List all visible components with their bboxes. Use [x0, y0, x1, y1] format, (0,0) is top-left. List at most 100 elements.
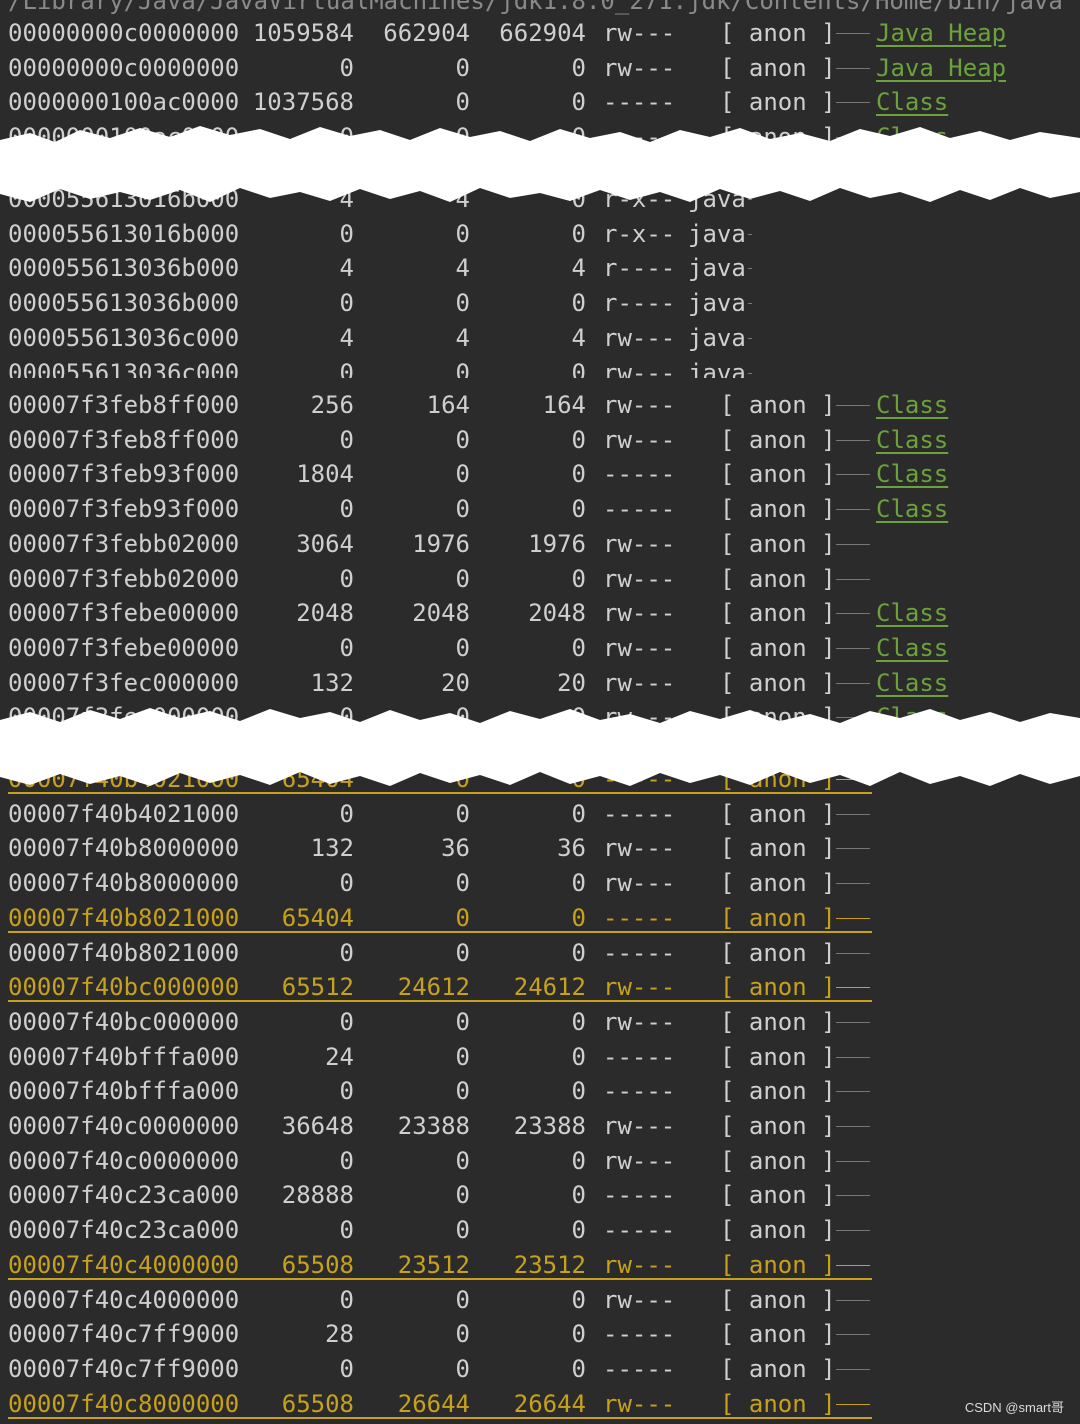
kbytes-cell: 0	[339, 869, 354, 898]
kbytes-cell: 132	[310, 834, 354, 863]
address-cell: 00007f40c8000000	[8, 1389, 240, 1418]
mode-cell: -----	[603, 495, 676, 524]
mapping-cell: java	[688, 219, 746, 248]
region-label-link[interactable]: Java Heap	[876, 16, 1006, 50]
watermark: CSDN @smart哥	[964, 1400, 1064, 1415]
dirty-cell: 0	[571, 799, 586, 828]
mapping-cell: [ anon ]	[720, 564, 836, 593]
pmap-row: 00007f40c4000000 0 0 0 rw--- [ anon ]	[0, 1282, 1080, 1317]
mode-cell: rw---	[603, 834, 676, 863]
mode-cell: r-x--	[603, 219, 676, 248]
pmap-row: 00007f3feb93f000 1804 0 0 ----- [ anon ] Class	[0, 457, 1080, 492]
highlight-underline	[8, 1277, 872, 1280]
dirty-cell: 0	[571, 938, 586, 967]
region-label-link[interactable]: Class	[876, 596, 948, 630]
pmap-row: 00007f40b8000000 132 36 36 rw--- [ anon ]	[0, 831, 1080, 866]
dirty-cell: 0	[571, 460, 586, 489]
highlight-underline	[8, 1416, 872, 1419]
rss-cell: 0	[455, 938, 470, 967]
kbytes-cell: 1059584	[252, 19, 354, 47]
connector-line	[836, 439, 870, 441]
mode-cell: rw---	[603, 1146, 676, 1175]
rss-cell: 0	[455, 219, 470, 248]
region-label-link[interactable]: Class	[876, 666, 948, 700]
mapping-cell: [ anon ]	[720, 1285, 836, 1314]
kbytes-cell: 0	[339, 1077, 354, 1106]
connector-line	[748, 303, 752, 305]
kbytes-cell: 0	[339, 53, 354, 82]
mapping-cell: [ anon ]	[720, 938, 836, 967]
mode-cell: -----	[603, 88, 676, 117]
dirty-cell: 4	[571, 323, 586, 352]
region-label-link[interactable]: Class	[876, 457, 948, 491]
region-label-link[interactable]: Class	[876, 423, 948, 457]
mapping-cell: [ anon ]	[720, 391, 836, 419]
pmap-row: 00007f3feb8ff000 256 164 164 rw--- [ anon ] Cl…	[0, 388, 1080, 422]
address-cell: 00007f40bfffa000	[8, 1077, 240, 1106]
dirty-cell: 0	[571, 903, 586, 932]
dirty-cell: 0	[571, 53, 586, 82]
dirty-cell: 0	[571, 1320, 586, 1349]
connector-line	[836, 848, 870, 850]
pmap-row: 00007f3febb02000 3064 1976 1976 rw--- [ anon …	[0, 526, 1080, 561]
dirty-cell: 0	[571, 564, 586, 593]
rss-cell: 0	[455, 633, 470, 662]
connector-line	[836, 102, 870, 104]
dirty-cell: 1976	[528, 529, 586, 558]
rss-cell: 0	[455, 425, 470, 454]
address-cell: 00007f3febb02000	[8, 564, 240, 593]
mode-cell: rw---	[603, 564, 676, 593]
address-cell: 000055613036b000	[8, 289, 240, 318]
kbytes-cell: 0	[339, 938, 354, 967]
pmap-row: 00007f40b8021000 0 0 0 ----- [ anon ]	[0, 935, 1080, 970]
mode-cell: -----	[603, 1181, 676, 1210]
connector-line	[836, 578, 870, 580]
dirty-cell: 36	[557, 834, 586, 863]
pmap-section-anon: 00007f40b40210006540400-----[ anon ]0000…	[0, 762, 1080, 1424]
connector-line	[836, 883, 870, 885]
rss-cell: 1976	[412, 529, 470, 558]
pmap-row: 000055613016b000 0 0 0 r-x-- java	[0, 216, 1080, 251]
kbytes-cell: 0	[339, 358, 354, 379]
region-label-link[interactable]: Class	[876, 85, 948, 119]
pmap-row: 00007f40bfffa000 0 0 0 ----- [ anon ]	[0, 1074, 1080, 1109]
region-label-link[interactable]: Class	[876, 388, 948, 422]
kbytes-cell: 24	[325, 1042, 354, 1071]
kbytes-cell: 256	[310, 391, 354, 419]
mapping-cell: [ anon ]	[720, 869, 836, 898]
dirty-cell: 0	[571, 1007, 586, 1036]
connector-line	[836, 682, 870, 684]
pmap-row: 00007f40c23ca000 0 0 0 ----- [ anon ]	[0, 1213, 1080, 1248]
connector-line	[836, 509, 870, 511]
mode-cell: rw---	[603, 1389, 676, 1418]
region-label-link[interactable]: Class	[876, 492, 948, 526]
mode-cell: rw---	[603, 1285, 676, 1314]
mode-cell: -----	[603, 460, 676, 489]
address-cell: 00007f3febe00000	[8, 633, 240, 662]
kbytes-cell: 3064	[296, 529, 354, 558]
region-label-link[interactable]: Class	[876, 631, 948, 665]
dirty-cell: 0	[571, 88, 586, 117]
mapping-cell: [ anon ]	[720, 1007, 836, 1036]
kbytes-cell: 65512	[281, 973, 354, 1002]
address-cell: 00007f40b8000000	[8, 869, 240, 898]
connector-line	[836, 67, 870, 69]
pmap-row: 000055613036c000 4 4 4 rw--- java	[0, 320, 1080, 355]
rss-cell: 0	[455, 1320, 470, 1349]
mode-cell: -----	[603, 938, 676, 967]
address-cell: 00007f3febe00000	[8, 599, 240, 628]
region-label-link[interactable]: Java Heap	[876, 51, 1006, 85]
kbytes-cell: 0	[339, 1007, 354, 1036]
mode-cell: rw---	[603, 323, 676, 352]
rss-cell: 0	[455, 903, 470, 932]
highlight-underline	[8, 930, 872, 933]
rss-cell: 0	[455, 1181, 470, 1210]
dirty-cell: 0	[571, 869, 586, 898]
kbytes-cell: 0	[339, 289, 354, 318]
pmap-row: 00007f3febe00000 2048 2048 2048 rw--- [ anon …	[0, 596, 1080, 631]
pmap-row: 00007f3feb8ff000 0 0 0 rw--- [ anon ] Class	[0, 422, 1080, 457]
rss-cell: 0	[455, 495, 470, 524]
rss-cell: 0	[455, 1146, 470, 1175]
address-cell: 00007f40c4000000	[8, 1250, 240, 1279]
rss-cell: 662904	[383, 19, 470, 47]
